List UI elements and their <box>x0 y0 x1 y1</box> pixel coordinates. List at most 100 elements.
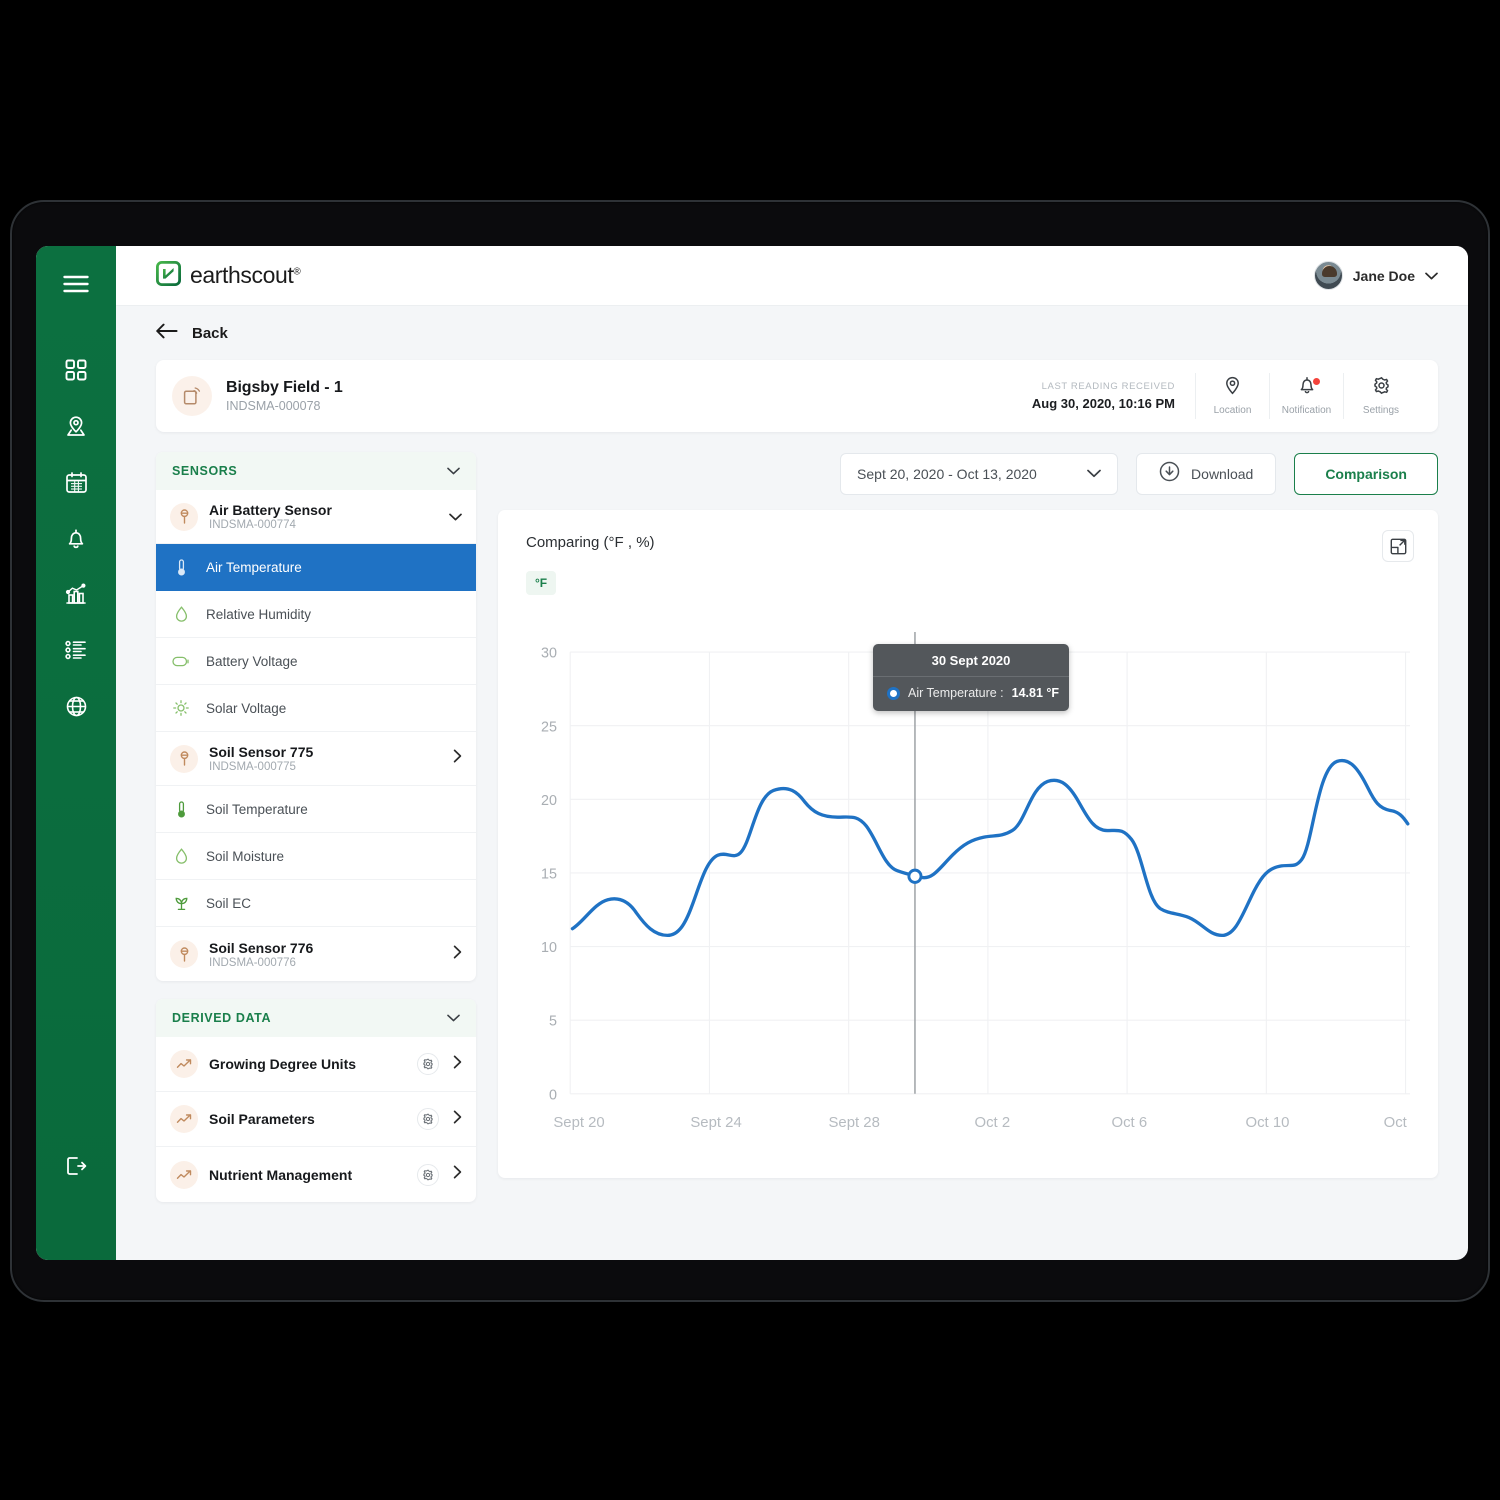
calendar-icon[interactable] <box>56 462 96 502</box>
derived-item-label: Growing Degree Units <box>209 1056 357 1072</box>
download-button[interactable]: Download <box>1136 453 1277 495</box>
droplet-icon <box>170 848 192 864</box>
left-sidebar-nav <box>36 246 116 1260</box>
unit-badge[interactable]: °F <box>526 571 557 595</box>
device-icon <box>172 376 212 416</box>
sensor-group-text: Air Battery Sensor INDSMA-000774 <box>209 502 449 531</box>
chevron-down-icon[interactable] <box>447 462 460 480</box>
earthscout-logo-icon <box>155 260 182 291</box>
brand-logo[interactable]: earthscout® <box>155 260 301 291</box>
sensor-group-title: Soil Sensor 775 <box>209 744 314 760</box>
sensor-item-battery-voltage[interactable]: Battery Voltage <box>156 638 476 685</box>
gear-icon <box>1372 376 1391 400</box>
sensor-group-text: Soil Sensor 775 INDSMA-000775 <box>209 744 453 773</box>
gear-icon[interactable] <box>417 1163 439 1186</box>
notification-action[interactable]: Notification <box>1270 373 1344 419</box>
list-icon[interactable] <box>56 630 96 670</box>
svg-text:Oct 14: Oct 14 <box>1384 1114 1410 1131</box>
sensor-item-soil-temperature[interactable]: Soil Temperature <box>156 786 476 833</box>
back-button[interactable]: Back <box>156 306 1438 360</box>
avatar <box>1313 261 1343 290</box>
bell-icon[interactable] <box>56 518 96 558</box>
derived-data-panel-header[interactable]: DERIVED DATA <box>156 999 476 1037</box>
data-point-marker <box>907 868 923 884</box>
sensor-item-soil-moisture[interactable]: Soil Moisture <box>156 833 476 880</box>
arrow-left-icon <box>156 323 178 344</box>
chart-tooltip: 30 Sept 2020 Air Temperature : 14.81 °F <box>873 644 1069 711</box>
device-serial: INDSMA-000078 <box>226 399 321 413</box>
gear-icon[interactable] <box>417 1053 439 1075</box>
back-label: Back <box>192 324 228 342</box>
chevron-right-icon[interactable] <box>453 945 462 964</box>
sensors-panel-header[interactable]: SENSORS <box>156 452 476 490</box>
series-line-air-temperature <box>570 758 1410 938</box>
last-reading-label: LAST READING RECEIVED <box>1041 381 1175 392</box>
sensor-item-air-temperature[interactable]: Air Temperature <box>156 544 476 591</box>
derived-item-growing-degree-units[interactable]: Growing Degree Units <box>156 1037 476 1092</box>
sensor-item-soil-ec[interactable]: Soil EC <box>156 880 476 927</box>
device-title: Bigsby Field - 1 <box>226 379 343 396</box>
date-range-value: Sept 20, 2020 - Oct 13, 2020 <box>857 466 1037 482</box>
x-axis-ticks: Sept 20 Sept 24 Sept 28 Oct 2 Oct 6 Oct … <box>553 1114 1410 1131</box>
tooltip-series-marker-icon <box>887 686 900 700</box>
chevron-right-icon[interactable] <box>453 1165 462 1184</box>
location-action[interactable]: Location <box>1196 373 1270 419</box>
svg-text:Sept 28: Sept 28 <box>829 1114 880 1131</box>
chevron-right-icon[interactable] <box>453 1110 462 1129</box>
sensors-panel: SENSORS Air Battery Sensor INDSMA-000774… <box>156 452 476 981</box>
svg-text:25: 25 <box>541 719 557 735</box>
chevron-right-icon[interactable] <box>453 749 462 768</box>
sensor-group-serial: INDSMA-000775 <box>209 761 296 773</box>
sensor-item-label: Air Temperature <box>206 559 302 575</box>
hamburger-menu-icon[interactable] <box>56 264 96 304</box>
logout-icon[interactable] <box>56 1146 96 1186</box>
main-content-area: earthscout® Jane Doe Back Bigsby Field -… <box>116 246 1468 1260</box>
tablet-device-frame: earthscout® Jane Doe Back Bigsby Field -… <box>10 200 1490 1302</box>
svg-text:Sept 20: Sept 20 <box>553 1114 604 1131</box>
tooltip-row: Air Temperature : 14.81 °F <box>873 676 1069 711</box>
sensor-item-relative-humidity[interactable]: Relative Humidity <box>156 591 476 638</box>
sensor-group-title: Soil Sensor 776 <box>209 939 314 956</box>
comparison-button[interactable]: Comparison <box>1294 453 1438 495</box>
bar-chart-icon[interactable] <box>56 574 96 614</box>
sensor-item-solar-voltage[interactable]: Solar Voltage <box>156 685 476 732</box>
chevron-down-icon[interactable] <box>449 508 462 526</box>
download-label: Download <box>1191 466 1254 482</box>
thermometer-icon <box>170 558 192 576</box>
chevron-down-icon[interactable] <box>447 1009 460 1027</box>
derived-item-nutrient-management[interactable]: Nutrient Management <box>156 1147 476 1202</box>
svg-text:Oct 2: Oct 2 <box>975 1114 1011 1131</box>
map-pin-icon[interactable] <box>56 406 96 446</box>
sensor-item-label: Soil Temperature <box>206 801 308 817</box>
last-reading-value: Aug 30, 2020, 10:16 PM <box>1031 396 1175 411</box>
sensor-group-air-battery-sensor[interactable]: Air Battery Sensor INDSMA-000774 <box>156 490 476 544</box>
trend-up-icon <box>170 1160 198 1189</box>
sensors-panel-title: SENSORS <box>172 464 238 478</box>
derived-item-label: Nutrient Management <box>209 1166 353 1183</box>
sensor-group-soil-sensor-775[interactable]: Soil Sensor 775 INDSMA-000775 <box>156 732 476 786</box>
chevron-down-icon <box>1087 465 1101 483</box>
trend-up-icon <box>170 1105 198 1133</box>
gear-icon[interactable] <box>417 1108 439 1130</box>
tooltip-series-label: Air Temperature : <box>908 686 1004 700</box>
svg-text:10: 10 <box>541 940 557 956</box>
expand-icon[interactable] <box>1382 530 1414 562</box>
device-summary-card: Bigsby Field - 1 INDSMA-000078 LAST READ… <box>156 360 1438 432</box>
derived-item-soil-parameters[interactable]: Soil Parameters <box>156 1092 476 1147</box>
sensor-group-soil-sensor-776[interactable]: Soil Sensor 776 INDSMA-000776 <box>156 927 476 981</box>
user-menu[interactable]: Jane Doe <box>1313 261 1438 290</box>
sensor-group-title: Air Battery Sensor <box>209 502 332 518</box>
sensor-probe-icon <box>170 940 198 968</box>
globe-icon[interactable] <box>56 686 96 726</box>
dashboard-grid-icon[interactable] <box>56 350 96 390</box>
chevron-right-icon[interactable] <box>453 1055 462 1074</box>
sun-icon <box>170 700 192 716</box>
settings-action[interactable]: Settings <box>1344 373 1418 419</box>
device-text-block: Bigsby Field - 1 INDSMA-000078 <box>226 379 343 413</box>
sensor-column: SENSORS Air Battery Sensor INDSMA-000774… <box>156 452 476 1202</box>
main-split: SENSORS Air Battery Sensor INDSMA-000774… <box>156 452 1438 1202</box>
chevron-down-icon <box>1425 267 1438 285</box>
sensor-group-serial: INDSMA-000776 <box>209 956 296 969</box>
date-range-picker[interactable]: Sept 20, 2020 - Oct 13, 2020 <box>840 453 1119 495</box>
battery-icon <box>170 656 192 667</box>
